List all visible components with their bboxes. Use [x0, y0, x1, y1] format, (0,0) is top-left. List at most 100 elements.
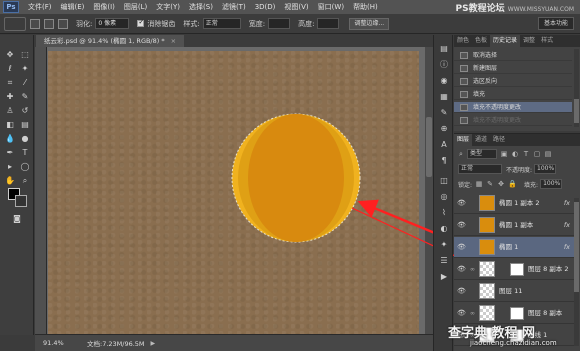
lock-row: 锁定: ▦ ✎ ✥ 🔒 填充: 100% [454, 178, 580, 190]
tab-styles[interactable]: 样式 [538, 35, 556, 47]
eye-icon[interactable]: 👁 [457, 243, 466, 251]
history-item-label: 取消选择 [473, 52, 498, 59]
fx-icon[interactable]: fx [564, 193, 570, 214]
history-item[interactable]: 填充 [454, 89, 572, 100]
layer-row[interactable]: 👁 ∞ 图层 8 副本 [454, 303, 574, 324]
history-item[interactable]: 新建图层 [454, 63, 572, 74]
fx-icon[interactable]: fx [564, 215, 570, 236]
layer-name[interactable]: 图层 8 副本 2 [528, 259, 568, 280]
tab-swatches[interactable]: 色板 [472, 35, 490, 47]
lock-all-icon[interactable]: 🔒 [508, 180, 517, 188]
history-item-selected[interactable]: 填充不透明度更改 [454, 102, 572, 113]
history-scrollbar[interactable] [574, 49, 579, 127]
layer-row[interactable]: 👁 图层 11 [454, 281, 574, 302]
watermark-url-bottom: jiaocheng.chazidian.com [470, 339, 557, 347]
layers-scroll-thumb[interactable] [574, 202, 579, 292]
fx-icon[interactable]: fx [564, 237, 570, 258]
properties-panel-icon[interactable]: ☰ [438, 255, 450, 267]
clone-source-icon[interactable]: ⊕ [438, 123, 450, 135]
eye-icon[interactable]: 👁 [457, 199, 466, 207]
link-icon: ∞ [470, 266, 475, 273]
channels-panel-icon[interactable]: ◎ [438, 191, 450, 203]
orb-inner-ellipse [248, 114, 344, 242]
layers-panel-icon[interactable]: ◫ [438, 175, 450, 187]
lock-position-icon[interactable]: ✥ [497, 180, 505, 188]
filter-smart-icon[interactable]: ▤ [544, 150, 552, 158]
history-item-label: 填充不透明度更改 [473, 104, 522, 111]
brush-panel-icon[interactable]: ✎ [438, 107, 450, 119]
history-item[interactable]: 选区反向 [454, 76, 572, 87]
filter-shape-icon[interactable]: ▢ [533, 150, 541, 158]
layer-thumbnail [479, 305, 495, 321]
tab-channels[interactable]: 通道 [472, 134, 490, 146]
eye-icon[interactable]: 👁 [457, 287, 466, 295]
layer-name[interactable]: 图层 8 副本 [528, 303, 562, 324]
layer-filter-select[interactable]: 类型 [467, 149, 497, 159]
layer-thumbnail [479, 195, 495, 211]
opacity-input[interactable]: 100% [534, 164, 557, 174]
layer-thumbnail [479, 239, 495, 255]
layer-name[interactable]: 椭圆 1 [499, 237, 518, 258]
eye-icon[interactable]: 👁 [457, 309, 466, 317]
history-state-icon [460, 91, 468, 98]
layer-row[interactable]: 👁 椭圆 1 副本 2 fx [454, 193, 574, 214]
character-panel-icon[interactable]: A [438, 139, 450, 151]
filter-pixel-icon[interactable]: ▣ [500, 150, 508, 158]
filter-search-icon: ⌕ [459, 150, 463, 158]
swatches-panel-icon[interactable]: ▦ [438, 91, 450, 103]
history-item-label: 填充 [473, 91, 486, 98]
styles-panel-icon[interactable]: ✦ [438, 239, 450, 251]
history-panel-tabs: 颜色 色板 历史记录 调整 样式 [454, 35, 580, 47]
tab-layers[interactable]: 图层 [454, 134, 473, 146]
lock-pixels-icon[interactable]: ✎ [486, 180, 494, 188]
history-item-disabled[interactable]: 填充不透明度更改 [454, 115, 572, 126]
tab-paths[interactable]: 路径 [490, 134, 508, 146]
status-menu-icon[interactable]: ▶ [151, 340, 156, 347]
fill-input[interactable]: 100% [540, 179, 563, 189]
lock-label: 锁定: [458, 181, 473, 189]
layer-thumbnail [479, 217, 495, 233]
filter-adjust-icon[interactable]: ◐ [511, 150, 519, 158]
layer-row[interactable]: 👁 椭圆 1 副本 fx [454, 215, 574, 236]
history-item-label: 新建图层 [473, 65, 498, 72]
filter-type-icon[interactable]: T [522, 150, 530, 158]
layers-panel-tabs: 图层 通道 路径 [454, 134, 580, 146]
history-state-icon [460, 52, 468, 59]
eye-icon[interactable]: 👁 [457, 265, 466, 273]
layer-name[interactable]: 椭圆 1 副本 [499, 215, 533, 236]
site-watermark-bottom: 查字典 教程 网 jiaocheng.chazidian.com [440, 322, 580, 351]
layer-thumbnail [479, 283, 495, 299]
paths-panel-icon[interactable]: ⌇ [438, 207, 450, 219]
link-icon: ∞ [470, 310, 475, 317]
tab-history[interactable]: 历史记录 [490, 35, 521, 47]
zoom-readout[interactable]: 91.4% [43, 339, 73, 347]
layer-thumbnail [479, 261, 495, 277]
layer-row[interactable]: 👁 ∞ 图层 8 副本 2 [454, 259, 574, 280]
paragraph-panel-icon[interactable]: ¶ [438, 155, 450, 167]
blend-mode-select[interactable]: 正常 [458, 164, 502, 174]
history-panel: 颜色 色板 历史记录 调整 样式 取消选择 新建图层 选区反向 填充 填充不透明… [454, 35, 580, 131]
history-scroll-thumb[interactable] [574, 99, 579, 123]
color-panel-icon[interactable]: ◉ [438, 75, 450, 87]
layer-name[interactable]: 椭圆 1 副本 2 [499, 193, 539, 214]
info-panel-icon[interactable]: ⓘ [438, 59, 450, 71]
history-state-icon [460, 117, 468, 124]
layer-row-selected[interactable]: 👁 椭圆 1 fx [454, 237, 574, 258]
actions-panel-icon[interactable]: ▶ [438, 271, 450, 283]
layer-mask-thumbnail[interactable] [510, 263, 524, 276]
eye-icon[interactable]: 👁 [457, 221, 466, 229]
fill-label: 填充: [524, 181, 539, 189]
history-item[interactable]: 取消选择 [454, 50, 572, 61]
history-item-label: 填充不透明度更改 [473, 117, 522, 124]
tab-adjustments[interactable]: 调整 [520, 35, 538, 47]
tab-color[interactable]: 颜色 [454, 35, 472, 47]
document-size: 文档:7.23M/96.5M [87, 340, 145, 348]
panel-icon-strip: ▤ ⓘ ◉ ▦ ✎ ⊕ A ¶ ◫ ◎ ⌇ ◐ ✦ ☰ ▶ [433, 35, 453, 351]
adjustments-panel-icon[interactable]: ◐ [438, 223, 450, 235]
layer-mask-thumbnail[interactable] [510, 307, 524, 320]
opacity-label: 不透明度: [506, 166, 533, 174]
lock-transparency-icon[interactable]: ▦ [475, 180, 483, 188]
history-item-label: 选区反向 [473, 78, 498, 85]
layer-name[interactable]: 图层 11 [499, 281, 522, 302]
history-panel-icon[interactable]: ▤ [438, 43, 450, 55]
